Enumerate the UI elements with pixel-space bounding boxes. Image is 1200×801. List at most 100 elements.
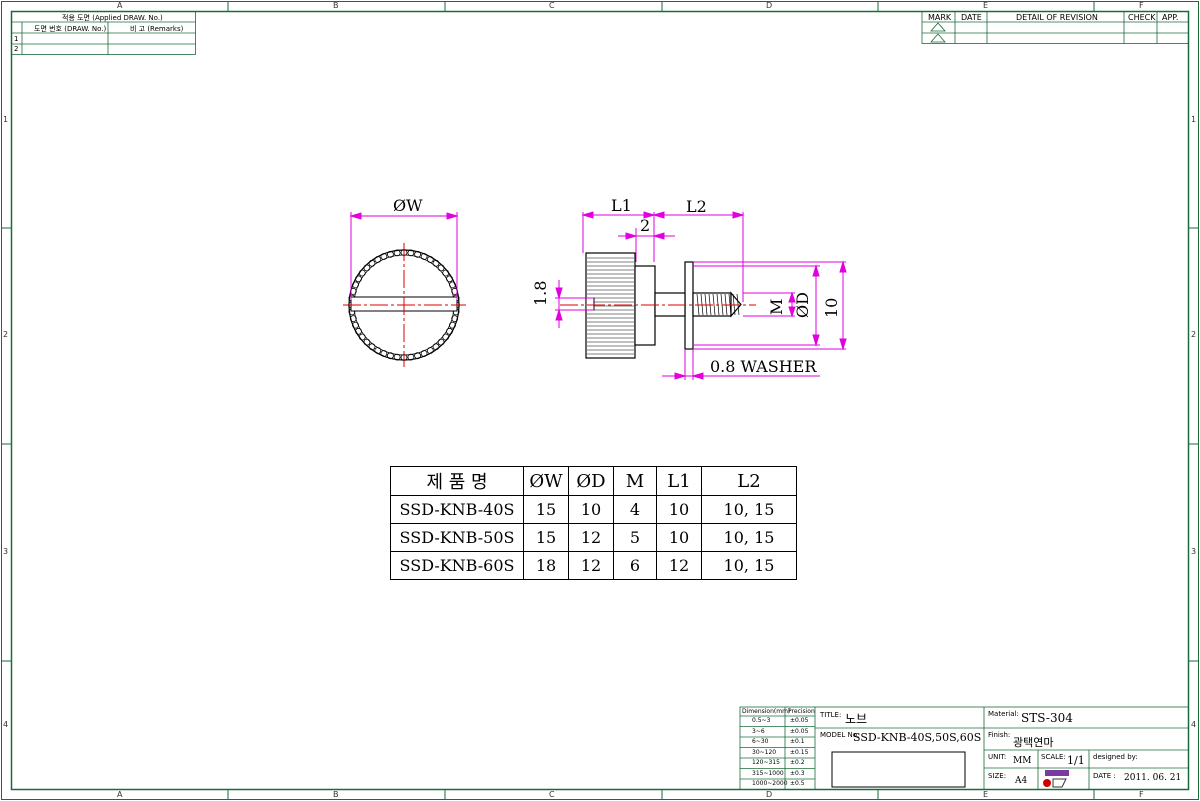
finish-value: 광택연마 <box>1013 736 1054 749</box>
revision-check: CHECK <box>1128 13 1156 22</box>
cell-product: SSD-KNB-60S <box>390 551 524 580</box>
label-d: ØD <box>793 292 812 318</box>
cell-d: 10 <box>568 495 614 524</box>
cell-m: 6 <box>613 551 657 580</box>
zone-ticks <box>1 1 1199 800</box>
tolerance-range: 30~120 <box>752 748 777 756</box>
header-l1: L1 <box>656 466 702 496</box>
size-label: SIZE: <box>988 772 1007 780</box>
tolerance-precision: ±0.05 <box>790 717 809 724</box>
tolerance-range: 120~315 <box>752 759 780 766</box>
knob-side-view <box>560 252 756 359</box>
tolerance-range: 6~30 <box>752 738 769 745</box>
unit-label: UNIT: <box>988 753 1007 761</box>
zone-col-f-bottom: F <box>1139 790 1144 799</box>
spec-table: 제 품 명 ØW ØD M L1 L2 SSD-KNB-40S 15 10 4 … <box>390 466 797 580</box>
label-l1: L1 <box>611 196 632 215</box>
tolerance-range: 1000~2000 <box>752 780 788 787</box>
cell-l2: 10, 15 <box>701 495 797 524</box>
header-l2: L2 <box>701 466 797 496</box>
unit-value: MM <box>1013 756 1032 766</box>
zone-row-3: 3 <box>3 547 9 556</box>
model-value: SSD-KNB-40S,50S,60S <box>853 731 982 744</box>
cell-m: 4 <box>613 495 657 524</box>
cell-w: 15 <box>523 523 569 552</box>
cell-product: SSD-KNB-40S <box>390 495 524 524</box>
inner-frame <box>10 10 1190 791</box>
header-d: ØD <box>568 466 614 496</box>
label-m: M <box>767 298 786 315</box>
zone-col-d-bottom: D <box>766 790 773 799</box>
table-row: SSD-KNB-50S 15 12 5 10 10, 15 <box>390 523 797 552</box>
zone-col-e-bottom: E <box>983 790 989 799</box>
applied-col-drawno: 도면 번호 (DRAW. No.) <box>34 25 107 33</box>
designed-label: designed by: <box>1093 753 1138 761</box>
zone-row-2: 2 <box>3 330 9 339</box>
zone-col-c: C <box>549 1 555 10</box>
cell-w: 15 <box>523 495 569 524</box>
scale-value: 1/1 <box>1067 754 1085 767</box>
label-10: 10 <box>822 297 841 318</box>
cell-l1: 10 <box>656 523 702 552</box>
tol-header-dim: Dimension(mm) <box>742 708 791 715</box>
cell-w: 18 <box>523 551 569 580</box>
applied-row-1: 1 <box>14 35 19 43</box>
tolerance-precision: ±0.3 <box>790 769 805 777</box>
zone-row-1-right: 1 <box>1191 115 1197 124</box>
zone-col-b-bottom: B <box>333 790 339 799</box>
revision-app: APP. <box>1162 13 1179 22</box>
label-2: 2 <box>640 216 651 235</box>
header-product: 제 품 명 <box>390 466 524 496</box>
tolerance-precision: ±0.1 <box>790 738 805 745</box>
zone-col-a-bottom: A <box>117 790 123 799</box>
zone-row-4: 4 <box>3 720 9 729</box>
scale-label: SCALE: <box>1041 753 1066 761</box>
applied-col-remarks: 비 고 (Remarks) <box>130 25 184 33</box>
applied-row-2: 2 <box>14 45 19 53</box>
zone-col-b: B <box>333 1 339 10</box>
material-label: Material: <box>988 710 1019 718</box>
zone-col-c-bottom: C <box>549 790 555 799</box>
zone-col-a: A <box>117 1 123 10</box>
tol-header-prec: Precision <box>788 708 815 715</box>
zone-row-4-right: 4 <box>1191 720 1197 729</box>
cell-l1: 12 <box>656 551 702 580</box>
knob-top-view <box>343 212 466 367</box>
cell-l2: 10, 15 <box>701 523 797 552</box>
tolerance-precision: ±0.5 <box>790 780 805 787</box>
label-1-8: 1.8 <box>531 280 550 306</box>
size-value: A4 <box>1015 776 1028 786</box>
cell-d: 12 <box>568 523 614 552</box>
drawing-canvas <box>1 1 1199 800</box>
label-washer: 0.8 WASHER <box>710 357 817 376</box>
table-row: SSD-KNB-40S 15 10 4 10 10, 15 <box>390 495 797 524</box>
company-logo-icon <box>1043 770 1069 788</box>
cell-m: 5 <box>613 523 657 552</box>
date-label: DATE : <box>1093 772 1116 780</box>
label-w: ØW <box>393 196 423 215</box>
tolerance-range: 0.5~3 <box>752 717 771 724</box>
title-value: 노브 <box>845 712 868 726</box>
drawing-sheet: A B C D E F A B C D E F 1 2 3 4 1 2 3 4 … <box>0 0 1200 801</box>
finish-label: Finish: <box>988 731 1011 739</box>
cell-d: 12 <box>568 551 614 580</box>
cell-l1: 10 <box>656 495 702 524</box>
title-label: TITLE: <box>820 711 842 719</box>
tolerance-precision: ±0.2 <box>790 759 805 766</box>
revision-mark: MARK <box>928 13 952 22</box>
header-w: ØW <box>523 466 569 496</box>
outer-frame <box>1 1 1199 800</box>
applied-header: 적용 도면 (Applied DRAW. No.) <box>62 14 163 22</box>
zone-row-1: 1 <box>3 115 9 124</box>
tolerance-precision: ±0.05 <box>790 727 809 735</box>
label-l2: L2 <box>686 197 707 216</box>
tolerance-range: 3~6 <box>752 727 765 735</box>
zone-row-2-right: 2 <box>1191 330 1197 339</box>
tolerance-precision: ±0.15 <box>790 748 809 756</box>
tolerance-range: 315~1000 <box>752 769 784 777</box>
revision-detail: DETAIL OF REVISION <box>1016 13 1098 22</box>
zone-col-d: D <box>766 1 773 10</box>
zone-row-3-right: 3 <box>1191 547 1197 556</box>
cell-product: SSD-KNB-50S <box>390 523 524 552</box>
material-value: STS-304 <box>1021 711 1073 725</box>
